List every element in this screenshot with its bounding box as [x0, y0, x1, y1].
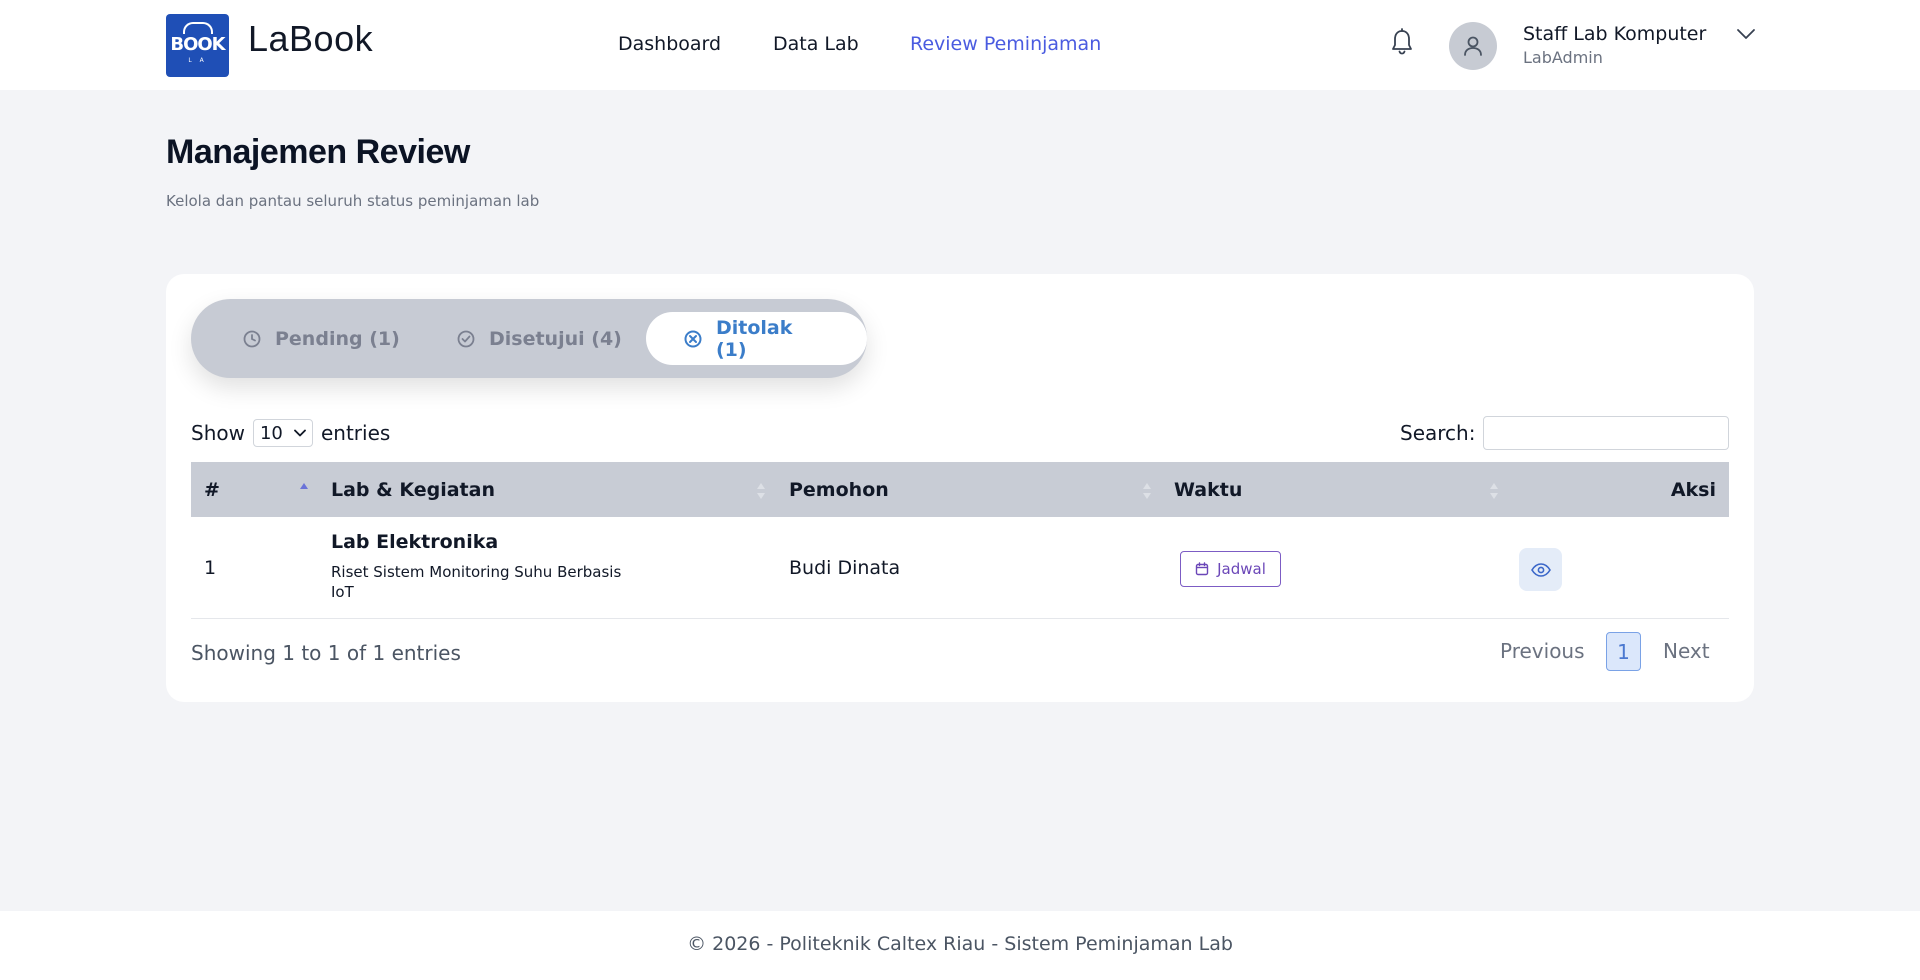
- page-subtitle: Kelola dan pantau seluruh status peminja…: [166, 192, 540, 210]
- sort-icon[interactable]: [1143, 482, 1151, 500]
- eye-icon: [1530, 562, 1551, 577]
- entries-label: entries: [320, 421, 391, 445]
- table-header: # Lab & Kegiatan Pemohon Waktu Aksi: [191, 462, 1729, 517]
- show-label: Show: [191, 421, 245, 445]
- bell-icon[interactable]: [1390, 28, 1414, 56]
- user-role: LabAdmin: [1523, 48, 1603, 67]
- book-icon: [182, 22, 213, 34]
- view-detail-button[interactable]: [1519, 548, 1562, 591]
- col-waktu[interactable]: Waktu: [1174, 479, 1242, 501]
- entries-value: 10: [259, 422, 283, 444]
- row-number: 1: [204, 557, 217, 579]
- chevron-down-icon[interactable]: [1736, 27, 1756, 41]
- search-input[interactable]: [1483, 416, 1729, 450]
- page-title: Manajemen Review: [166, 133, 470, 171]
- col-pemohon[interactable]: Pemohon: [789, 479, 889, 501]
- col-lab-kegiatan[interactable]: Lab & Kegiatan: [331, 479, 495, 501]
- tab-disetujui-label: Disetujui (4): [489, 327, 622, 350]
- col-aksi: Aksi: [1670, 479, 1716, 501]
- table-info: Showing 1 to 1 of 1 entries: [191, 641, 461, 665]
- jadwal-label: Jadwal: [1217, 560, 1266, 578]
- x-circle-icon: [684, 330, 702, 348]
- top-navbar: BOOK L A LaBook Dashboard Data Lab Revie…: [0, 0, 1920, 90]
- tab-ditolak-label: Ditolak (1): [716, 316, 793, 361]
- footer: © 2026 - Politeknik Caltex Riau - Sistem…: [0, 911, 1920, 980]
- kegiatan-line-1: Riset Sistem Monitoring Suhu Berbasis: [331, 563, 622, 581]
- previous-button[interactable]: Previous: [1500, 639, 1585, 663]
- entries-select[interactable]: 10: [252, 419, 313, 447]
- lab-name: Lab Elektronika: [331, 531, 499, 553]
- review-card: Pending (1) Disetujui (4) Ditolak (1) Sh…: [166, 274, 1754, 702]
- tab-disetujui[interactable]: Disetujui (4): [457, 312, 622, 365]
- search-label: Search:: [1400, 421, 1476, 445]
- tab-ditolak[interactable]: Ditolak (1): [646, 312, 867, 365]
- sort-icon[interactable]: [1490, 482, 1498, 500]
- clock-icon: [243, 330, 261, 348]
- sort-asc-icon[interactable]: [300, 482, 308, 500]
- table-row: 1 Lab Elektronika Riset Sistem Monitorin…: [191, 517, 1729, 619]
- nav-data-lab[interactable]: Data Lab: [773, 33, 859, 55]
- status-tabs: Pending (1) Disetujui (4) Ditolak (1): [191, 299, 867, 378]
- footer-text: © 2026 - Politeknik Caltex Riau - Sistem…: [687, 933, 1233, 955]
- next-button[interactable]: Next: [1663, 639, 1710, 663]
- sort-icon[interactable]: [757, 482, 765, 500]
- logo-text: BOOK: [170, 34, 225, 55]
- col-number[interactable]: #: [204, 479, 220, 501]
- nav-review-peminjaman[interactable]: Review Peminjaman: [910, 33, 1101, 55]
- user-icon: [1464, 36, 1482, 56]
- logo[interactable]: BOOK L A: [166, 14, 229, 77]
- nav-dashboard[interactable]: Dashboard: [618, 33, 721, 55]
- user-name[interactable]: Staff Lab Komputer: [1523, 23, 1706, 45]
- entries-control: Show 10 entries: [191, 419, 390, 447]
- logo-subtext: L A: [188, 57, 207, 64]
- chevron-down-icon: [294, 429, 306, 437]
- tab-pending-label: Pending (1): [275, 327, 400, 350]
- avatar[interactable]: [1449, 22, 1497, 70]
- tab-pending[interactable]: Pending (1): [243, 312, 400, 365]
- page-1-button[interactable]: 1: [1606, 632, 1641, 671]
- check-circle-icon: [457, 330, 475, 348]
- kegiatan-line-2: IoT: [331, 583, 354, 601]
- calendar-icon: [1195, 562, 1209, 576]
- brand-name[interactable]: LaBook: [248, 18, 373, 60]
- pemohon-name: Budi Dinata: [789, 557, 901, 579]
- jadwal-button[interactable]: Jadwal: [1180, 551, 1281, 587]
